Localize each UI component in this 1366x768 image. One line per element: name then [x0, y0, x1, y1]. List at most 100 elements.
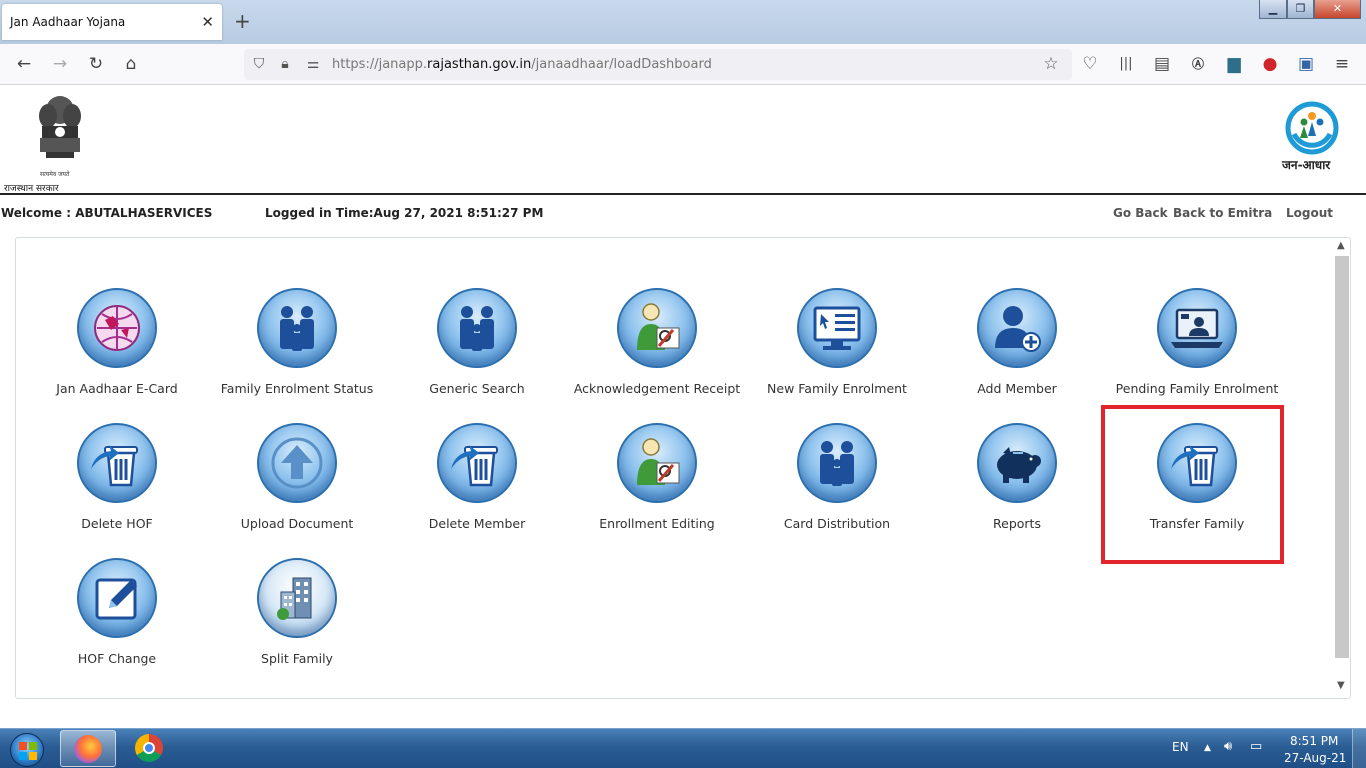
bookmark-star-icon[interactable]: ☆: [1040, 53, 1062, 75]
start-button[interactable]: [4, 731, 50, 767]
tile-acknowledgement-receipt[interactable]: Acknowledgement Receipt: [567, 288, 747, 414]
tile-delete-member[interactable]: Delete Member: [387, 423, 567, 549]
tile-label: HOF Change: [77, 651, 157, 666]
ashoka-emblem-icon: [39, 96, 81, 158]
tile-label: Family Enrolment Status: [220, 381, 374, 396]
tile-label: Jan Aadhaar E-Card: [56, 381, 178, 396]
tile-delete-hof[interactable]: Delete HOF: [27, 423, 207, 549]
tile-jan-aadhaar-e-card[interactable]: Jan Aadhaar E-Card: [27, 288, 207, 414]
language-indicator[interactable]: EN: [1172, 740, 1189, 754]
globe-card-icon: [77, 288, 157, 368]
monitor-form-icon: [797, 288, 877, 368]
tile-hof-change[interactable]: HOF Change: [27, 558, 207, 684]
browser-nav-bar: ← → ↻ ⌂ ⛉ 🔒︎ ⚌ https://janapp.rajasthan.…: [0, 44, 1366, 85]
logo-label: जन-आधार: [1282, 158, 1331, 172]
show-desktop-button[interactable]: [1352, 729, 1366, 768]
tile-label: Pending Family Enrolment: [1115, 381, 1279, 396]
tray-expand-icon[interactable]: ▲: [1204, 743, 1211, 753]
library-icon[interactable]: |||: [1114, 52, 1138, 76]
browser-tab[interactable]: Jan Aadhaar Yojana ✕: [2, 4, 222, 40]
forward-arrow-icon[interactable]: →: [48, 52, 72, 76]
scroll-up-icon[interactable]: ▲: [1337, 240, 1345, 251]
tile-label: New Family Enrolment: [767, 381, 907, 396]
dashboard-panel: Jan Aadhaar E-Card Family Enrolment Stat…: [15, 237, 1351, 699]
firefox-icon: [74, 735, 102, 763]
person-document-icon: [617, 423, 697, 503]
speaker-icon[interactable]: 🔊︎: [1224, 739, 1232, 754]
scroll-down-icon[interactable]: ▼: [1337, 680, 1345, 691]
window-close-button[interactable]: ✕: [1314, 0, 1361, 19]
clock-date[interactable]: 27-Aug-21: [1284, 751, 1346, 765]
tile-enrollment-editing[interactable]: Enrollment Editing: [567, 423, 747, 549]
sidebar-icon[interactable]: ▤: [1150, 52, 1174, 76]
tile-reports[interactable]: Reports: [927, 423, 1107, 549]
lock-icon[interactable]: 🔒︎: [274, 53, 296, 75]
tile-family-enrolment-status[interactable]: Family Enrolment Status: [207, 288, 387, 414]
address-bar[interactable]: ⛉ 🔒︎ ⚌ https://janapp.rajasthan.gov.in/j…: [244, 49, 1072, 80]
vertical-scrollbar[interactable]: ▲ ▼: [1334, 240, 1350, 696]
translate-extension-icon[interactable]: ▣: [1294, 52, 1318, 76]
emblem-caption: सत्यमेव जयते: [40, 171, 70, 178]
browser-tab-bar: Jan Aadhaar Yojana ✕ + ▁ ❐ ✕: [0, 0, 1366, 44]
taskbar-firefox[interactable]: [60, 730, 116, 767]
trash-arrow-icon: [437, 423, 517, 503]
trash-arrow-icon: [77, 423, 157, 503]
permissions-icon[interactable]: ⚌: [302, 53, 324, 75]
tab-title: Jan Aadhaar Yojana: [10, 15, 126, 29]
buildings-icon: [257, 558, 337, 638]
chrome-icon: [135, 734, 163, 762]
window-minimize-button[interactable]: ▁: [1259, 0, 1287, 19]
tile-label: Enrollment Editing: [599, 516, 715, 531]
tile-pending-family-enrolment[interactable]: Pending Family Enrolment: [1107, 288, 1287, 414]
welcome-text: Welcome : ABUTALHASERVICES: [1, 206, 213, 220]
back-arrow-icon[interactable]: ←: [12, 52, 36, 76]
taskbar-chrome[interactable]: [122, 730, 178, 767]
tile-label: Card Distribution: [783, 516, 891, 531]
tile-label: Delete HOF: [81, 516, 153, 531]
windows-taskbar: EN ▲ 🔊︎ ▭ 8:51 PM 27-Aug-21: [0, 728, 1366, 768]
tile-label: Generic Search: [429, 381, 525, 396]
jan-aadhaar-logo-icon: [1285, 101, 1339, 155]
network-icon[interactable]: ▭: [1250, 739, 1262, 754]
tile-card-distribution[interactable]: Card Distribution: [747, 423, 927, 549]
tile-label: Upload Document: [240, 516, 354, 531]
home-icon[interactable]: ⌂: [119, 52, 143, 76]
tile-label: Acknowledgement Receipt: [573, 381, 741, 396]
page-header: सत्यमेव जयते राजस्थान सरकार जन-आधार: [0, 86, 1366, 194]
logout-link[interactable]: Logout: [1286, 206, 1333, 220]
back-to-emitra-link[interactable]: Back to Emitra: [1173, 206, 1272, 220]
shield-icon[interactable]: ⛉: [248, 53, 270, 75]
tile-add-member[interactable]: Add Member: [927, 288, 1107, 414]
laptop-video-icon: [1157, 288, 1237, 368]
pocket-icon[interactable]: ♡: [1078, 52, 1102, 76]
family-icon: [257, 288, 337, 368]
new-tab-button[interactable]: +: [234, 9, 251, 33]
logged-in-time: Logged in Time:Aug 27, 2021 8:51:27 PM: [265, 206, 544, 220]
tile-label: Split Family: [261, 651, 333, 666]
tile-generic-search[interactable]: Generic Search: [387, 288, 567, 414]
family-icon: [797, 423, 877, 503]
menu-hamburger-icon[interactable]: ≡: [1330, 52, 1354, 76]
scroll-thumb[interactable]: [1335, 256, 1349, 658]
tile-new-family-enrolment[interactable]: New Family Enrolment: [747, 288, 927, 414]
piggy-bank-icon: [977, 423, 1057, 503]
extension-icon[interactable]: ▆: [1222, 52, 1246, 76]
person-document-icon: [617, 288, 697, 368]
tile-label: Reports: [993, 516, 1041, 531]
edit-pencil-icon: [77, 558, 157, 638]
account-avatar-icon[interactable]: Ⓐ: [1186, 52, 1210, 76]
add-user-icon: [977, 288, 1057, 368]
window-maximize-button[interactable]: ❐: [1287, 0, 1314, 19]
tile-label: Delete Member: [428, 516, 526, 531]
windows-logo-icon: [10, 733, 44, 767]
tile-upload-document[interactable]: Upload Document: [207, 423, 387, 549]
close-tab-icon[interactable]: ✕: [201, 13, 214, 31]
pinterest-icon[interactable]: ●: [1258, 52, 1282, 76]
reload-icon[interactable]: ↻: [84, 52, 108, 76]
tile-label: Add Member: [977, 381, 1057, 396]
header-divider: [0, 193, 1366, 195]
go-back-link[interactable]: Go Back: [1113, 206, 1168, 220]
family-icon: [437, 288, 517, 368]
tile-split-family[interactable]: Split Family: [207, 558, 387, 684]
clock-time[interactable]: 8:51 PM: [1290, 734, 1338, 748]
